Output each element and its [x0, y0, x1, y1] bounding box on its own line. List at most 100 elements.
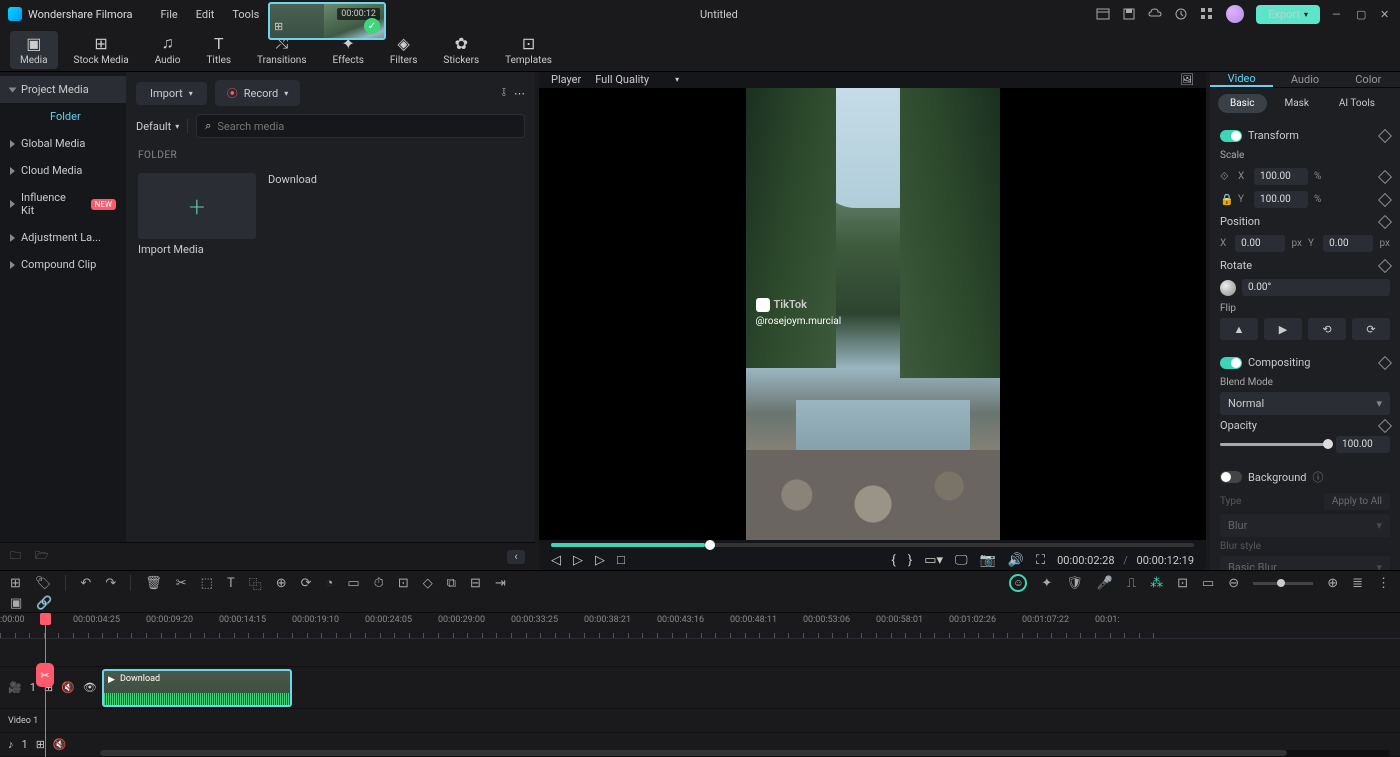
sidebar-item-influence-kit[interactable]: Influence KitNEW: [0, 184, 126, 224]
fullscreen-icon[interactable]: ⛶: [1036, 553, 1045, 568]
ribbon-filters[interactable]: ◈Filters: [380, 31, 428, 69]
tl-zoom-in[interactable]: ⊕: [1327, 576, 1338, 591]
stop-button[interactable]: □: [617, 552, 625, 568]
timeline-hscroll[interactable]: [100, 750, 1390, 756]
mark-in-button[interactable]: {: [891, 553, 895, 568]
tl-ai-2[interactable]: ⁂: [1150, 576, 1163, 591]
lock-icon[interactable]: 🔒: [1220, 193, 1232, 207]
sidebar-item-adjustment-layer[interactable]: Adjustment La...: [0, 224, 126, 251]
tl-view-options[interactable]: ≣: [1352, 576, 1363, 591]
menu-tools[interactable]: Tools: [232, 8, 259, 21]
flip-vertical-button[interactable]: ▶: [1264, 318, 1302, 340]
track-add-icon[interactable]: ⊞: [36, 738, 45, 751]
rotate-ccw-button[interactable]: ⟳: [1352, 318, 1390, 340]
timeline-playhead[interactable]: ✂: [45, 613, 46, 757]
playhead-cut-button[interactable]: ✂: [36, 663, 54, 687]
background-toggle[interactable]: [1220, 471, 1242, 483]
position-y-input[interactable]: 0.00: [1323, 235, 1373, 252]
new-folder-icon[interactable]: 🗀: [10, 547, 21, 566]
link-icon[interactable]: ⟐: [1220, 170, 1232, 184]
import-media-tile[interactable]: +: [138, 173, 256, 239]
ribbon-stickers[interactable]: ✿Stickers: [433, 31, 489, 69]
ribbon-audio[interactable]: ♫Audio: [145, 30, 191, 69]
tl-split[interactable]: ✂: [176, 576, 187, 591]
scrubber-handle[interactable]: [705, 540, 715, 550]
tl-export-range[interactable]: ⇥: [495, 576, 506, 591]
ribbon-templates[interactable]: ⊡Templates: [495, 31, 562, 69]
menu-file[interactable]: File: [160, 8, 177, 21]
scale-x-input[interactable]: 100.00: [1254, 168, 1308, 185]
prev-frame-button[interactable]: ◁: [551, 553, 561, 568]
tl-marker[interactable]: ◇: [423, 576, 433, 591]
tl-undo[interactable]: ↶: [80, 576, 91, 591]
more-icon[interactable]: ⋯: [514, 87, 525, 100]
tl-mixer-icon[interactable]: ⎍: [1127, 576, 1136, 591]
scale-y-input[interactable]: 100.00: [1254, 191, 1308, 208]
opacity-slider[interactable]: [1220, 443, 1328, 446]
tl-track[interactable]: ⊟: [470, 576, 481, 591]
timeline-clip-download[interactable]: ▶ Download: [102, 669, 292, 707]
media-clip-download[interactable]: 00:00:12 ⊞ ✓: [268, 2, 386, 40]
tl-zoom-out[interactable]: ⊖: [1228, 576, 1239, 591]
menu-edit[interactable]: Edit: [196, 8, 215, 21]
keyframe-icon[interactable]: [1378, 214, 1392, 228]
keyframe-icon[interactable]: [1378, 192, 1392, 206]
camera-icon[interactable]: 📷: [980, 553, 996, 568]
play-button[interactable]: ▷: [573, 553, 583, 568]
tl-delete[interactable]: 🗑: [145, 576, 162, 591]
blur-style-dropdown[interactable]: Basic Blur▾: [1220, 556, 1390, 570]
playback-scrubber[interactable]: [551, 543, 1194, 547]
display-icon[interactable]: 🖵: [955, 553, 968, 568]
timeline-zoom-slider[interactable]: [1253, 582, 1313, 585]
search-box[interactable]: ⌕: [196, 114, 525, 138]
blend-mode-dropdown[interactable]: Normal▾: [1220, 392, 1390, 415]
collapse-sidebar-button[interactable]: ‹: [507, 550, 525, 564]
bg-type-dropdown[interactable]: Blur▾: [1220, 514, 1390, 537]
tl-rotate[interactable]: ⟳: [301, 576, 312, 591]
sidebar-item-compound-clip[interactable]: Compound Clip: [0, 251, 126, 278]
tl-link-icon[interactable]: 🔗: [36, 596, 52, 611]
compositing-toggle[interactable]: [1220, 357, 1242, 369]
keyframe-icon[interactable]: [1378, 128, 1392, 142]
close-icon[interactable]: ✕: [1380, 8, 1392, 20]
tl-crop[interactable]: ⬚: [201, 576, 213, 591]
tl-face-icon[interactable]: ☺: [1009, 574, 1027, 592]
tl-center[interactable]: ⊡: [398, 576, 409, 591]
layout-icon[interactable]: [1096, 7, 1110, 21]
tl-frame-icon[interactable]: ⊡: [1177, 576, 1188, 591]
save-icon[interactable]: [1122, 7, 1136, 21]
import-button[interactable]: Import▾: [136, 82, 207, 105]
quality-dropdown[interactable]: Full Quality▾: [595, 73, 679, 86]
record-button[interactable]: ⦿Record▾: [215, 80, 301, 106]
sidebar-folder[interactable]: Folder: [0, 103, 126, 130]
tl-more[interactable]: ⋮: [1377, 576, 1390, 591]
next-frame-button[interactable]: ▷: [595, 553, 605, 568]
filter-icon[interactable]: ⫱: [502, 86, 506, 100]
apply-to-all-button[interactable]: Apply to All: [1324, 493, 1390, 510]
inspector-tab-video[interactable]: Video: [1210, 72, 1273, 87]
ribbon-titles[interactable]: TTitles: [196, 31, 241, 69]
tl-snap-icon[interactable]: ▣: [10, 596, 22, 611]
subtab-mask[interactable]: Mask: [1273, 94, 1321, 113]
rotate-knob[interactable]: [1220, 280, 1236, 296]
tl-render-icon[interactable]: ▭: [1202, 576, 1214, 591]
tl-timer[interactable]: ⏱: [374, 576, 384, 591]
user-avatar[interactable]: [1226, 5, 1244, 23]
track-visible-icon[interactable]: 👁: [83, 681, 97, 694]
updates-icon[interactable]: [1174, 7, 1188, 21]
tl-speed[interactable]: ⊕: [276, 576, 287, 591]
flip-horizontal-button[interactable]: ▲: [1220, 318, 1258, 340]
keyframe-icon[interactable]: [1378, 169, 1392, 183]
rotate-cw-button[interactable]: ⟲: [1308, 318, 1346, 340]
tl-mic-icon[interactable]: 🎤: [1097, 576, 1113, 591]
tl-select-tool[interactable]: ⊞: [10, 576, 21, 591]
transform-toggle[interactable]: [1220, 130, 1242, 142]
tl-caption[interactable]: ▭: [347, 576, 359, 591]
snapshot-icon[interactable]: 🖼: [1180, 73, 1194, 86]
ribbon-media[interactable]: ▣Media: [10, 31, 58, 69]
position-x-input[interactable]: 0.00: [1235, 235, 1285, 252]
apps-icon[interactable]: [1200, 7, 1214, 21]
sidebar-item-global-media[interactable]: Global Media: [0, 130, 126, 157]
volume-icon[interactable]: 🔊: [1008, 553, 1024, 568]
playhead-handle[interactable]: [40, 613, 51, 625]
